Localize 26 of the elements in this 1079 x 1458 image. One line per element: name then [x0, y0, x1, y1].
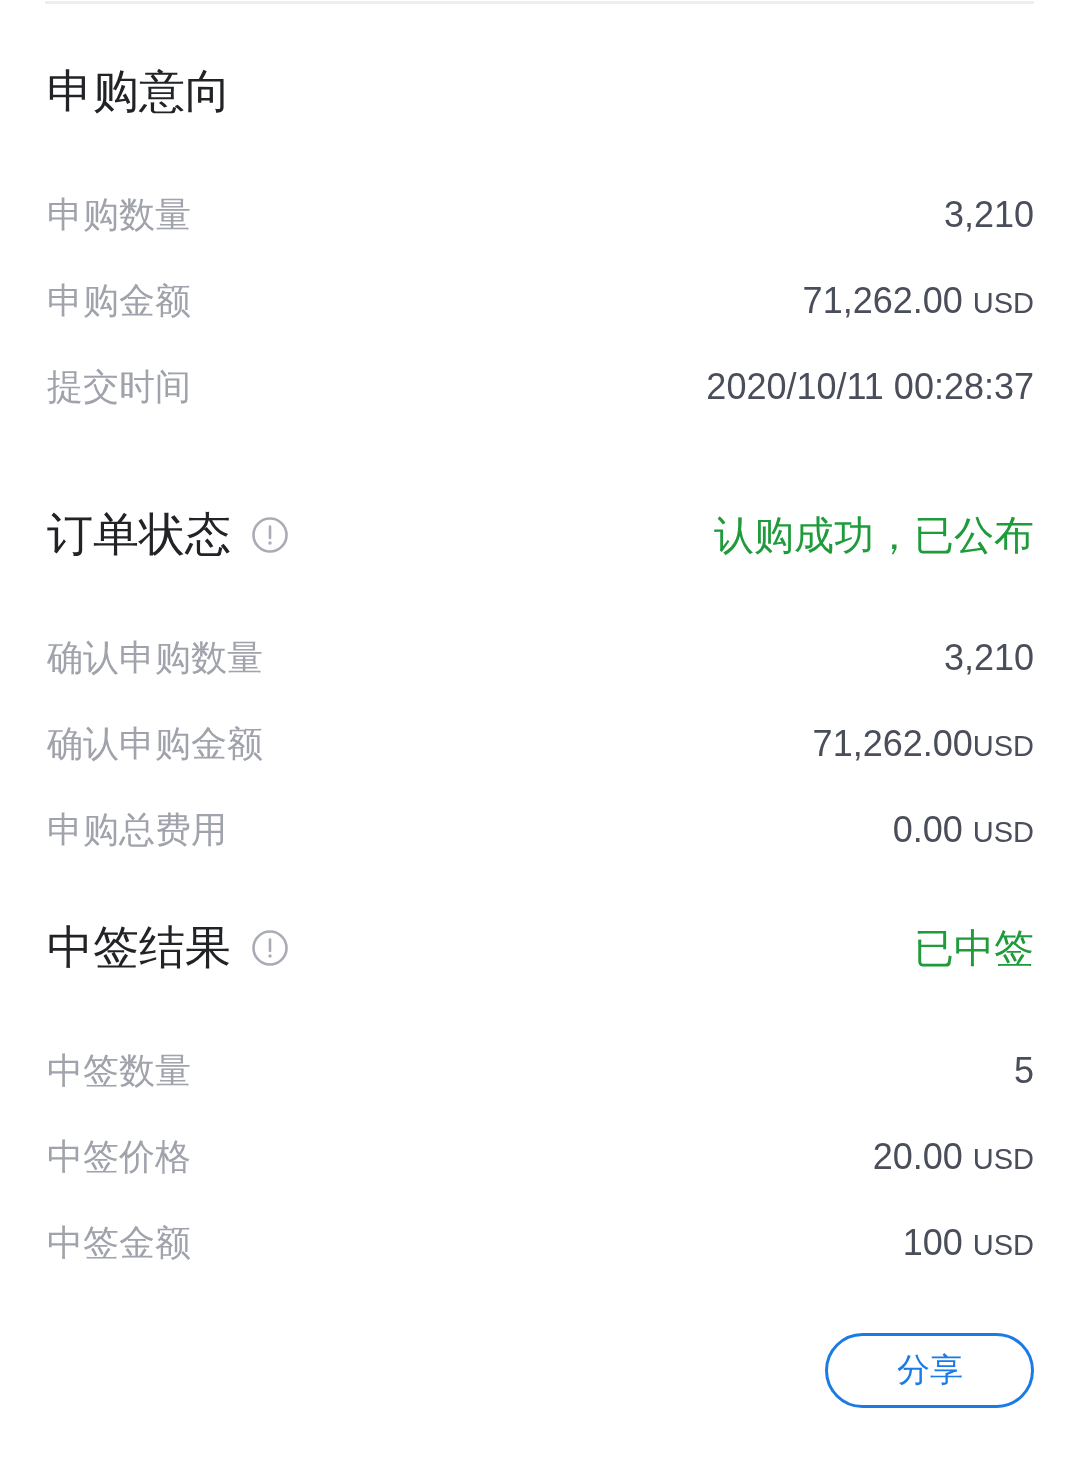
field-label: 提交时间: [46, 365, 191, 409]
field-value: 20.00 USD: [872, 1135, 1034, 1179]
field-label: 中签价格: [46, 1135, 191, 1179]
field-label: 申购总费用: [46, 808, 227, 852]
field-label: 申购金额: [46, 279, 191, 323]
field-value: 3,210: [943, 636, 1034, 680]
field-label: 中签金额: [46, 1221, 191, 1265]
section-title: 中签结果: [46, 920, 231, 976]
field-value: 71,262.00USD: [812, 722, 1034, 766]
status-text: 认购成功，已公布: [714, 512, 1034, 559]
info-icon[interactable]: [252, 930, 288, 966]
field-value: 0.00 USD: [892, 808, 1034, 852]
field-value: 3,210: [943, 193, 1034, 237]
field-value: 2020/10/11 00:28:37: [706, 365, 1034, 409]
section-title: 申购意向: [46, 64, 231, 120]
share-button[interactable]: 分享: [825, 1333, 1034, 1408]
field-value: 100 USD: [902, 1221, 1034, 1265]
field-label: 确认申购数量: [46, 636, 263, 680]
section-title: 订单状态: [46, 507, 231, 563]
field-label: 确认申购金额: [46, 722, 263, 766]
field-label: 中签数量: [46, 1049, 191, 1093]
status-text: 已中签: [914, 925, 1034, 972]
field-value: 71,262.00 USD: [802, 279, 1034, 323]
info-icon[interactable]: [252, 517, 288, 553]
field-label: 申购数量: [46, 193, 191, 237]
field-value: 5: [1013, 1049, 1034, 1093]
